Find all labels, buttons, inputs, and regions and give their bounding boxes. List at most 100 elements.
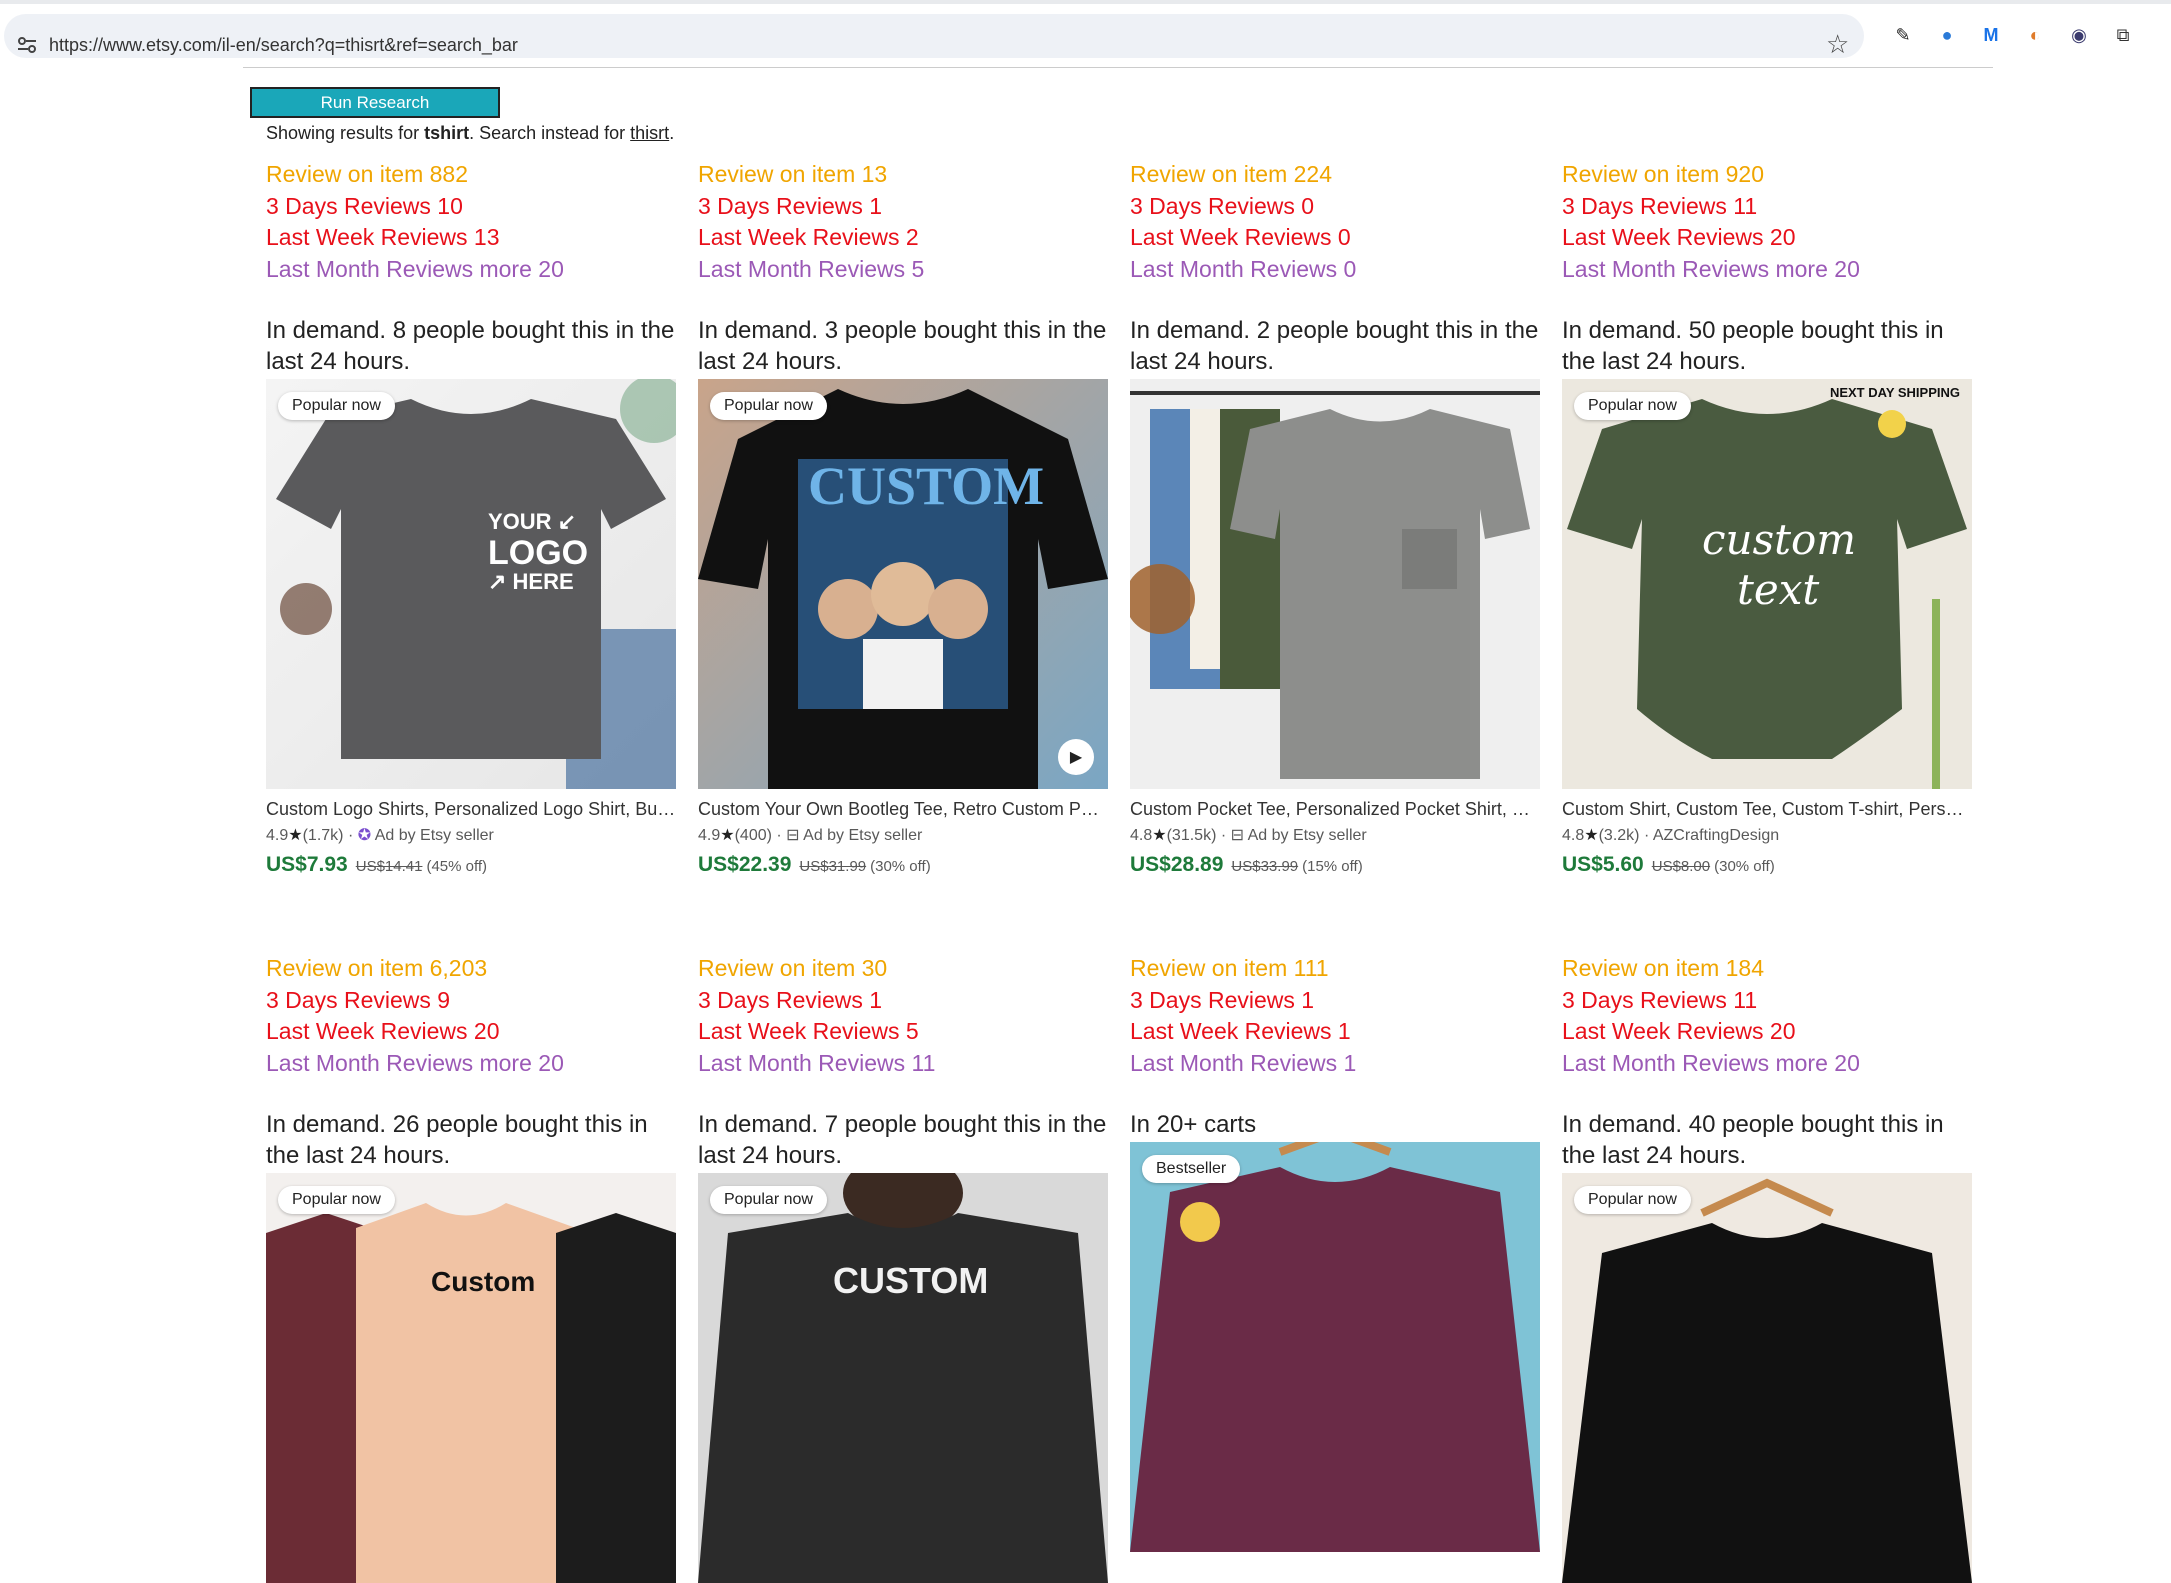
- current-price: US$5.60: [1562, 853, 1644, 876]
- demand-text: In demand. 2 people bought this in the l…: [1130, 317, 1539, 375]
- extension-m-icon[interactable]: M: [1978, 22, 2004, 48]
- green-custom-text-tshirt-image: custom text: [1567, 399, 1967, 789]
- last-month-reviews: Last Month Reviews 1: [1130, 1049, 1357, 1076]
- black-tshirt-hanger-image: [1562, 1178, 1972, 1583]
- demand-text: In 20+ carts: [1130, 1111, 1257, 1138]
- listing-card[interactable]: Review on item 13 3 Days Reviews 1 Last …: [698, 159, 1108, 877]
- play-video-icon[interactable]: ▶: [1058, 739, 1094, 775]
- next-day-shipping-label: NEXT DAY SHIPPING: [1829, 385, 1960, 400]
- three-days-reviews: 3 Days Reviews 11: [1562, 192, 1758, 219]
- demand-text: In demand. 50 people bought this in the …: [1562, 317, 1944, 375]
- review-item-count: Review on item 13: [698, 161, 888, 187]
- rating-value: 4.9: [266, 827, 289, 844]
- last-week-reviews: Last Week Reviews 1: [1130, 1018, 1351, 1044]
- star-icon: ★: [1584, 827, 1599, 844]
- review-item-count: Review on item 224: [1130, 161, 1332, 187]
- listing-image[interactable]: Popular now: [1562, 1173, 1972, 1583]
- demand-text: In demand. 40 people bought this in the …: [1562, 1111, 1944, 1169]
- notice-suffix: .: [669, 123, 675, 143]
- discount-label: (45% off): [426, 858, 488, 875]
- listing-image[interactable]: Bestseller: [1130, 1142, 1540, 1552]
- current-price: US$28.89: [1130, 853, 1224, 876]
- listing-card[interactable]: Review on item 224 3 Days Reviews 0 Last…: [1130, 159, 1540, 877]
- listing-card[interactable]: Review on item 30 3 Days Reviews 1 Last …: [698, 953, 1108, 1583]
- eyedropper-icon[interactable]: ✎: [1890, 22, 1916, 48]
- seller-label[interactable]: Ad by Etsy seller: [375, 827, 494, 844]
- search-correction-notice: Showing results for tshirt. Search inste…: [266, 123, 674, 144]
- current-price: US$7.93: [266, 853, 348, 876]
- three-days-reviews: 3 Days Reviews 1: [698, 192, 883, 219]
- star-icon: ★: [288, 827, 303, 844]
- listing-image[interactable]: Custom Popular now: [266, 1173, 676, 1583]
- listing-image[interactable]: [1130, 379, 1540, 789]
- original-price: US$8.00: [1651, 858, 1711, 875]
- listing-meta: 4.8★(3.2k) · AZCraftingDesign: [1562, 827, 1780, 844]
- listing-card[interactable]: Review on item 6,203 3 Days Reviews 9 La…: [266, 953, 676, 1583]
- three-days-reviews: 3 Days Reviews 1: [698, 986, 883, 1013]
- listing-image[interactable]: CUSTOM Popular now ▶: [698, 379, 1108, 789]
- man-black-tshirt-image: CUSTOM: [698, 1173, 1108, 1583]
- last-month-reviews: Last Month Reviews more 20: [266, 1049, 564, 1076]
- last-week-reviews: Last Week Reviews 5: [698, 1018, 919, 1044]
- extensions-puzzle-icon[interactable]: ⧉: [2110, 22, 2136, 48]
- custom-print-text: custom: [1702, 515, 1856, 564]
- listing-title[interactable]: Custom Pocket Tee, Personalized Pocket S…: [1130, 799, 1540, 820]
- review-item-count: Review on item 184: [1562, 955, 1764, 981]
- three-days-reviews: 3 Days Reviews 9: [266, 986, 451, 1013]
- three-days-reviews: 3 Days Reviews 1: [1130, 986, 1315, 1013]
- listing-card[interactable]: Review on item 111 3 Days Reviews 1 Last…: [1130, 953, 1540, 1552]
- listing-image[interactable]: CUSTOM Popular now: [698, 1173, 1108, 1583]
- svg-text:↗ HERE: ↗ HERE: [488, 569, 574, 594]
- listing-price: US$7.93 US$14.41 (45% off): [266, 853, 676, 877]
- listing-price: US$5.60 US$8.00 (30% off): [1562, 853, 1972, 877]
- listing-title[interactable]: Custom Shirt, Custom Tee, Custom T-shirt…: [1562, 799, 1972, 820]
- three-days-reviews: 3 Days Reviews 0: [1130, 192, 1315, 219]
- listing-image[interactable]: custom text Popular now NEXT DAY SHIPPIN…: [1562, 379, 1972, 789]
- black-bootleg-tshirt-image: CUSTOM: [698, 389, 1108, 789]
- corrected-query[interactable]: tshirt: [424, 123, 469, 143]
- three-days-reviews: 3 Days Reviews 10: [266, 192, 463, 219]
- discount-label: (30% off): [870, 858, 931, 875]
- last-week-reviews: Last Week Reviews 13: [266, 224, 500, 250]
- popular-now-badge: Popular now: [278, 1186, 395, 1214]
- last-month-reviews: Last Month Reviews more 20: [1562, 1049, 1860, 1076]
- maroon-tshirt-image: [1130, 1142, 1540, 1552]
- listing-price: US$22.39 US$31.99 (30% off): [698, 853, 1108, 877]
- extension-profile-icon[interactable]: ◉: [2066, 22, 2092, 48]
- listing-image[interactable]: YOUR ↙ LOGO ↗ HERE Popular now: [266, 379, 676, 789]
- search-instead-link[interactable]: thisrt: [630, 123, 669, 143]
- star-icon: ★: [1152, 827, 1167, 844]
- run-research-button[interactable]: Run Research: [250, 87, 500, 118]
- listing-meta: 4.8★(31.5k) · ⊟ Ad by Etsy seller: [1130, 827, 1367, 844]
- family-tshirts-image: Custom: [266, 1203, 676, 1583]
- extension-orange-icon[interactable]: ◐: [2022, 22, 2048, 48]
- custom-print-text: Custom: [431, 1266, 535, 1297]
- last-month-reviews: Last Month Reviews 11: [698, 1049, 936, 1076]
- popular-now-badge: Popular now: [1574, 1186, 1691, 1214]
- review-count: (31.5k): [1166, 827, 1217, 844]
- popular-now-badge: Popular now: [278, 392, 395, 420]
- review-item-count: Review on item 111: [1130, 955, 1329, 981]
- seller-label[interactable]: Ad by Etsy seller: [1248, 827, 1367, 844]
- seller-label[interactable]: AZCraftingDesign: [1653, 827, 1779, 844]
- ad-icon: ⊟: [786, 827, 800, 844]
- last-week-reviews: Last Week Reviews 2: [698, 224, 919, 250]
- ad-icon: ⊟: [1230, 827, 1245, 844]
- listing-card[interactable]: Review on item 882 3 Days Reviews 10 Las…: [266, 159, 676, 877]
- listing-title[interactable]: Custom Logo Shirts, Personalized Logo Sh…: [266, 799, 676, 820]
- gray-tshirt-image: YOUR ↙ LOGO ↗ HERE: [276, 379, 676, 789]
- last-month-reviews: Last Month Reviews 5: [698, 255, 925, 282]
- seller-label[interactable]: Ad by Etsy seller: [803, 827, 922, 844]
- url-text[interactable]: https://www.etsy.com/il-en/search?q=this…: [49, 35, 518, 56]
- demand-text: In demand. 3 people bought this in the l…: [698, 317, 1107, 375]
- listing-title[interactable]: Custom Your Own Bootleg Tee, Retro Custo…: [698, 799, 1108, 820]
- site-settings-icon[interactable]: [16, 34, 38, 56]
- rating-value: 4.8: [1562, 827, 1585, 844]
- extension-blue-icon[interactable]: ●: [1934, 22, 1960, 48]
- listing-card[interactable]: Review on item 184 3 Days Reviews 11 Las…: [1562, 953, 1972, 1583]
- discount-label: (15% off): [1302, 858, 1363, 875]
- bookmark-star-icon[interactable]: ☆: [1826, 29, 1849, 60]
- original-price: US$31.99: [799, 858, 867, 875]
- address-bar[interactable]: https://www.etsy.com/il-en/search?q=this…: [4, 14, 1864, 60]
- listing-card[interactable]: Review on item 920 3 Days Reviews 11 Las…: [1562, 159, 1972, 877]
